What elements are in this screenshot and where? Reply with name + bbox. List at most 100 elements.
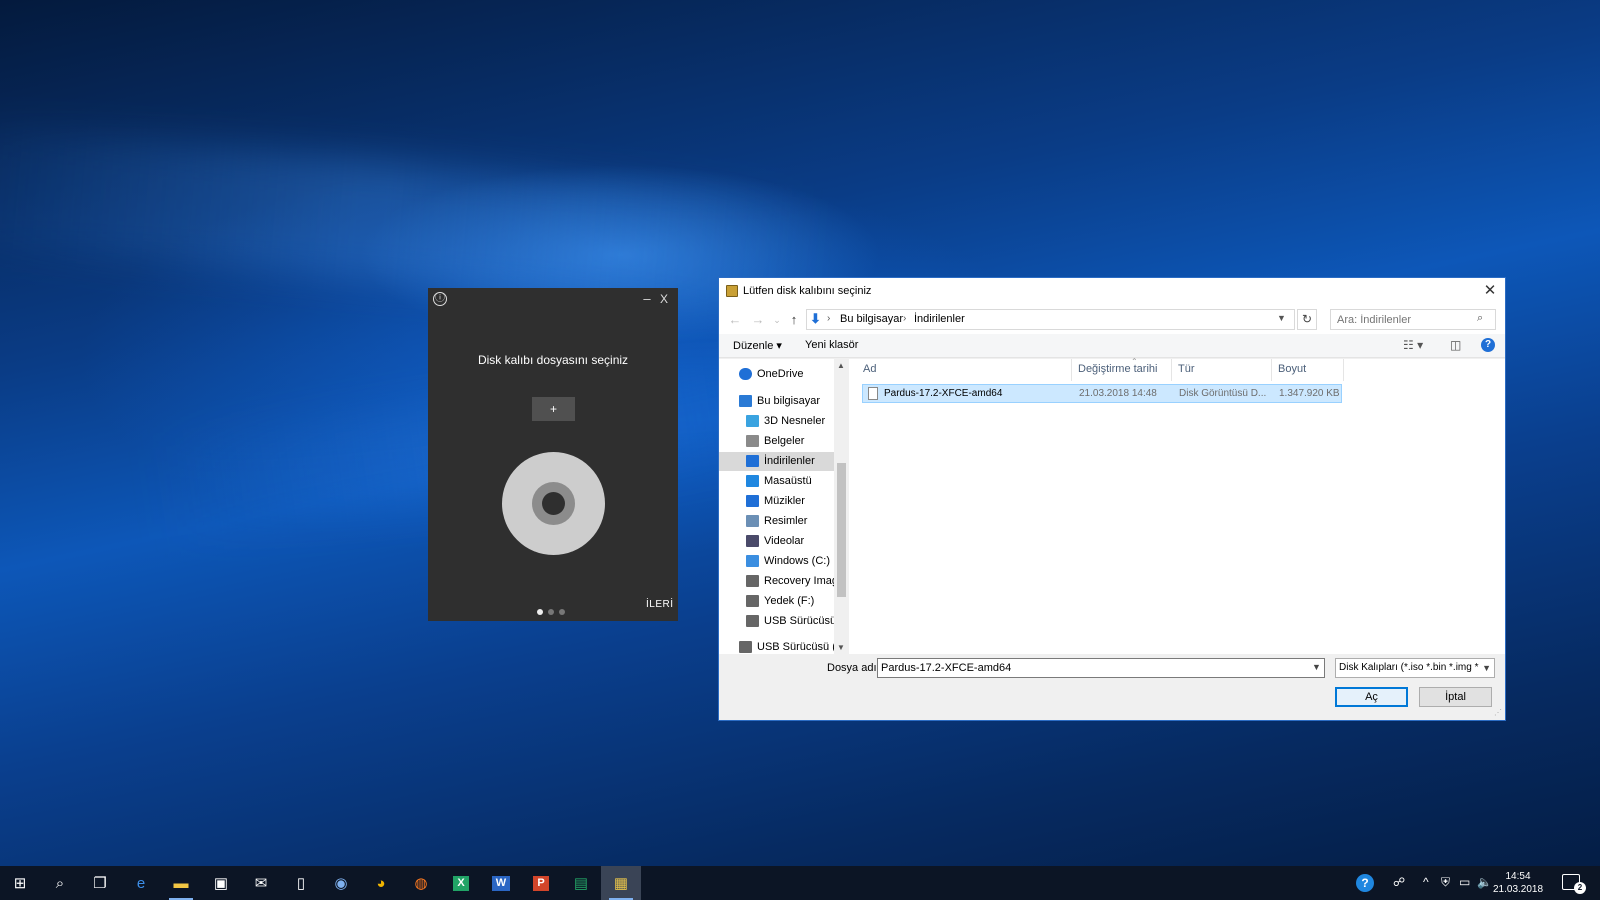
taskbar-sheets-button[interactable]: ▤ xyxy=(561,866,601,900)
breadcrumb-downloads[interactable]: İndirilenler xyxy=(914,313,965,325)
usb-drive-icon xyxy=(746,615,759,627)
scrollbar-thumb[interactable] xyxy=(837,463,846,597)
file-type-filter[interactable]: Disk Kalıpları (*.iso *.bin *.img * ▼ xyxy=(1335,658,1495,678)
column-type[interactable]: Tür xyxy=(1178,363,1195,375)
organize-button[interactable]: Düzenle ▾ xyxy=(733,339,782,352)
column-name[interactable]: Ad xyxy=(863,363,876,375)
open-button[interactable]: Aç xyxy=(1335,687,1408,707)
sidebar-item[interactable]: Recovery Image xyxy=(719,572,834,591)
clock-time: 14:54 xyxy=(1505,871,1531,882)
clock[interactable]: 14:54 21.03.2018 xyxy=(1493,870,1543,896)
sidebar-item[interactable]: Windows (C:) xyxy=(719,552,834,571)
scroll-down-icon[interactable]: ▼ xyxy=(837,643,845,652)
people-icon[interactable]: ☍ xyxy=(1393,875,1405,889)
chevron-down-icon[interactable]: ▼ xyxy=(1277,313,1286,323)
taskbar-mail-button[interactable]: ✉ xyxy=(241,866,281,900)
forward-arrow-icon[interactable]: → xyxy=(750,311,766,329)
filename-label: Dosya adı: xyxy=(827,662,880,674)
select-image-title: Disk kalıbı dosyasını seçiniz xyxy=(477,353,629,367)
sidebar-item[interactable]: Belgeler xyxy=(719,432,834,451)
notification-count: 2 xyxy=(1574,882,1586,894)
up-arrow-icon[interactable]: ↑ xyxy=(786,311,802,329)
sidebar-item[interactable]: 3D Nesneler xyxy=(719,412,834,431)
taskbar-notepad-button[interactable]: ▯ xyxy=(281,866,321,900)
select-image-button[interactable]: + xyxy=(532,397,575,421)
taskbar-word-button[interactable]: W xyxy=(481,866,521,900)
file-row[interactable]: Pardus-17.2-XFCE-amd64 21.03.2018 14:48 … xyxy=(862,384,1342,403)
column-size[interactable]: Boyut xyxy=(1278,363,1306,375)
mail-icon: ✉ xyxy=(254,874,268,892)
address-bar[interactable]: ⬇ › Bu bilgisayar › İndirilenler ▼ xyxy=(806,309,1295,330)
taskbar-edge-button[interactable]: e xyxy=(121,866,161,900)
sidebar-item[interactable]: Bu bilgisayar xyxy=(719,392,834,411)
next-button[interactable]: İLERİ xyxy=(646,599,674,610)
taskbar-firefox-button[interactable]: ◍ xyxy=(401,866,441,900)
preview-pane-icon[interactable]: ◫ xyxy=(1450,338,1461,352)
taskbar-start-button[interactable]: ⊞ xyxy=(0,866,40,900)
sidebar-item[interactable]: Masaüstü xyxy=(719,472,834,491)
view-options-icon[interactable]: ☷ ▾ xyxy=(1403,338,1423,352)
sidebar-item[interactable]: İndirilenler xyxy=(719,452,834,471)
filename-input[interactable] xyxy=(877,658,1325,678)
resize-grip-icon[interactable]: ⋰ xyxy=(1494,708,1502,717)
minimize-button[interactable]: – xyxy=(641,291,653,306)
taskbar-chrome-button[interactable]: ◕ xyxy=(361,866,401,900)
scroll-up-icon[interactable]: ▲ xyxy=(837,361,845,370)
sidebar-item[interactable]: Videolar xyxy=(719,532,834,551)
navigation-scrollbar[interactable]: ▲ ▼ xyxy=(835,359,848,654)
step-dot xyxy=(548,609,554,615)
info-icon[interactable]: ⓘ xyxy=(433,292,447,306)
edge-icon: e xyxy=(136,874,146,892)
sidebar-item-label: USB Sürücüsü (G:) xyxy=(757,641,834,653)
network-app-icon: ◉ xyxy=(334,874,348,892)
sidebar-item[interactable]: Yedek (F:) xyxy=(719,592,834,611)
recent-locations-icon[interactable]: ⌄ xyxy=(769,311,785,329)
desktop-icon xyxy=(746,475,759,487)
taskbar-excel-button[interactable]: X xyxy=(441,866,481,900)
volume-icon[interactable]: 🔈 xyxy=(1477,875,1492,889)
sidebar-item[interactable]: USB Sürücüsü (G xyxy=(719,612,834,631)
dialog-close-button[interactable]: ✕ xyxy=(1475,280,1505,302)
sidebar-item-label: Müzikler xyxy=(764,495,805,507)
taskbar-search-button[interactable]: ⌕ xyxy=(40,866,80,900)
sidebar-item[interactable]: Müzikler xyxy=(719,492,834,511)
sidebar-item[interactable]: Resimler xyxy=(719,512,834,531)
file-icon xyxy=(868,387,878,400)
word-icon: W xyxy=(491,875,511,891)
close-button[interactable]: X xyxy=(658,292,670,306)
cube-icon xyxy=(746,415,759,427)
chevron-up-icon[interactable]: ^ xyxy=(1423,875,1429,889)
back-arrow-icon[interactable]: ← xyxy=(727,311,743,329)
download-icon: ⬇ xyxy=(810,311,821,326)
task-view-icon: ❐ xyxy=(93,874,107,892)
navigation-pane: OneDrive Bu bilgisayar 3D Nesneler Belgeler… xyxy=(719,359,834,654)
file-list: ⌃ Ad Değiştirme tarihi Tür Boyut Pardus-… xyxy=(849,357,1505,654)
taskbar-task-view-button[interactable]: ❐ xyxy=(80,866,120,900)
shield-icon[interactable]: ⛨ xyxy=(1441,875,1450,890)
taskbar-file-explorer-button[interactable]: ▬ xyxy=(161,866,201,900)
search-input[interactable] xyxy=(1330,309,1496,330)
column-modified[interactable]: Değiştirme tarihi xyxy=(1078,363,1157,375)
breadcrumb-this-pc[interactable]: Bu bilgisayar xyxy=(840,313,903,325)
help-icon[interactable]: ? xyxy=(1481,338,1495,352)
network-icon[interactable]: ▭ xyxy=(1459,875,1470,889)
help-icon[interactable]: ? xyxy=(1356,874,1374,892)
taskbar-store-button[interactable]: ▣ xyxy=(201,866,241,900)
taskbar-etcher-button[interactable]: ▦ xyxy=(601,866,641,900)
sidebar-item-label: Bu bilgisayar xyxy=(757,395,820,407)
download-icon xyxy=(746,455,759,467)
new-folder-button[interactable]: Yeni klasör xyxy=(805,339,858,351)
start-icon: ⊞ xyxy=(13,874,27,892)
sidebar-item[interactable]: OneDrive xyxy=(719,365,834,384)
excel-icon: X xyxy=(453,875,469,891)
sidebar-item[interactable]: USB Sürücüsü (G:) xyxy=(719,638,834,654)
taskbar-powerpoint-button[interactable]: P xyxy=(521,866,561,900)
dialog-footer: Dosya adı: ▼ Disk Kalıpları (*.iso *.bin… xyxy=(719,654,1505,720)
refresh-icon[interactable]: ↻ xyxy=(1297,309,1317,330)
cancel-button[interactable]: İptal xyxy=(1419,687,1492,707)
file-modified: 21.03.2018 14:48 xyxy=(1079,388,1157,399)
chevron-down-icon[interactable]: ▼ xyxy=(1312,662,1321,672)
taskbar-network-app-button[interactable]: ◉ xyxy=(321,866,361,900)
command-bar: Düzenle ▾ Yeni klasör ☷ ▾ ◫ ? xyxy=(719,334,1505,358)
file-type: Disk Görüntüsü D... xyxy=(1179,388,1267,399)
